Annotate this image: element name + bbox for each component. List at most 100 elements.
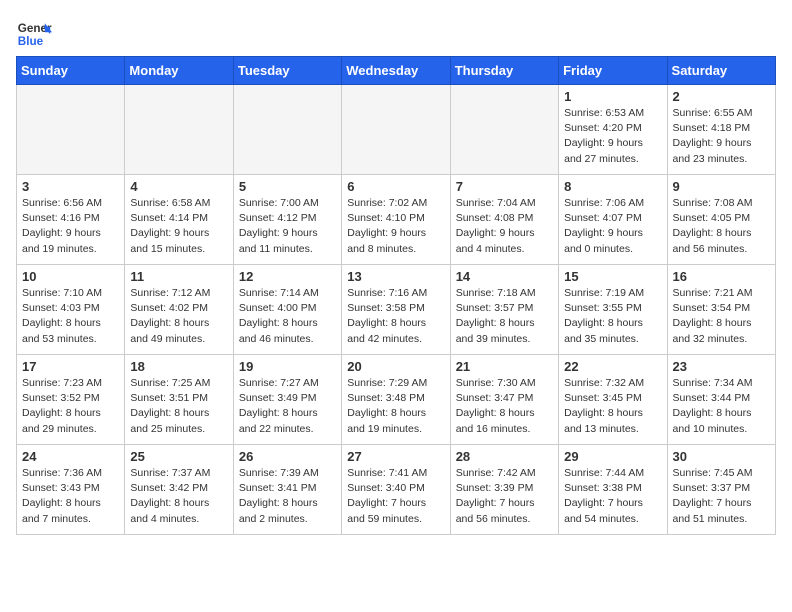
day-info: Sunrise: 7:02 AMSunset: 4:10 PMDaylight:… [347,196,444,257]
day-number: 24 [22,449,119,464]
day-number: 22 [564,359,661,374]
day-number: 28 [456,449,553,464]
day-cell [125,85,233,175]
day-info: Sunrise: 7:12 AMSunset: 4:02 PMDaylight:… [130,286,227,347]
day-cell: 18Sunrise: 7:25 AMSunset: 3:51 PMDayligh… [125,355,233,445]
day-info: Sunrise: 6:58 AMSunset: 4:14 PMDaylight:… [130,196,227,257]
day-cell: 16 Sunrise: 7:21 AMSunset: 3:54 PMDayligh… [667,265,775,355]
day-cell: 4 Sunrise: 6:58 AMSunset: 4:14 PMDaylight… [125,175,233,265]
day-cell: 2 Sunrise: 6:55 AMSunset: 4:18 PMDaylight… [667,85,775,175]
day-cell: 29 Sunrise: 7:44 AMSunset: 3:38 PMDayligh… [559,445,667,535]
week-row-5: 24 Sunrise: 7:36 AMSunset: 3:43 PMDayligh… [17,445,776,535]
day-number: 20 [347,359,444,374]
day-info: Sunrise: 7:36 AMSunset: 3:43 PMDaylight:… [22,466,119,527]
day-info: Sunrise: 6:55 AMSunset: 4:18 PMDaylight:… [673,106,770,167]
day-number: 15 [564,269,661,284]
day-cell: 24 Sunrise: 7:36 AMSunset: 3:43 PMDayligh… [17,445,125,535]
day-info: Sunrise: 7:45 AMSunset: 3:37 PMDaylight:… [673,466,770,527]
day-info: Sunrise: 7:41 AMSunset: 3:40 PMDaylight:… [347,466,444,527]
day-cell: 27 Sunrise: 7:41 AMSunset: 3:40 PMDayligh… [342,445,450,535]
day-number: 12 [239,269,336,284]
day-number: 13 [347,269,444,284]
day-cell: 3 Sunrise: 6:56 AMSunset: 4:16 PMDaylight… [17,175,125,265]
day-cell: 30 Sunrise: 7:45 AMSunset: 3:37 PMDayligh… [667,445,775,535]
header-row: SundayMondayTuesdayWednesdayThursdayFrid… [17,57,776,85]
day-info: Sunrise: 7:29 AMSunset: 3:48 PMDaylight:… [347,376,444,437]
day-number: 29 [564,449,661,464]
day-info: Sunrise: 7:30 AMSunset: 3:47 PMDaylight:… [456,376,553,437]
day-info: Sunrise: 7:08 AMSunset: 4:05 PMDaylight:… [673,196,770,257]
week-row-3: 10Sunrise: 7:10 AMSunset: 4:03 PMDayligh… [17,265,776,355]
day-info: Sunrise: 7:44 AMSunset: 3:38 PMDaylight:… [564,466,661,527]
day-number: 10 [22,269,119,284]
day-number: 8 [564,179,661,194]
day-number: 25 [130,449,227,464]
day-info: Sunrise: 7:19 AMSunset: 3:55 PMDaylight:… [564,286,661,347]
col-header-sunday: Sunday [17,57,125,85]
logo: General Blue [16,16,52,52]
calendar-table: SundayMondayTuesdayWednesdayThursdayFrid… [16,56,776,535]
day-info: Sunrise: 7:39 AMSunset: 3:41 PMDaylight:… [239,466,336,527]
day-cell: 12 Sunrise: 7:14 AMSunset: 4:00 PMDayligh… [233,265,341,355]
day-info: Sunrise: 7:42 AMSunset: 3:39 PMDaylight:… [456,466,553,527]
day-info: Sunrise: 6:56 AMSunset: 4:16 PMDaylight:… [22,196,119,257]
day-cell: 9 Sunrise: 7:08 AMSunset: 4:05 PMDaylight… [667,175,775,265]
day-info: Sunrise: 7:32 AMSunset: 3:45 PMDaylight:… [564,376,661,437]
week-row-1: 1 Sunrise: 6:53 AMSunset: 4:20 PMDaylight… [17,85,776,175]
day-info: Sunrise: 7:00 AMSunset: 4:12 PMDaylight:… [239,196,336,257]
day-cell: 11 Sunrise: 7:12 AMSunset: 4:02 PMDayligh… [125,265,233,355]
day-number: 17 [22,359,119,374]
col-header-saturday: Saturday [667,57,775,85]
day-cell [342,85,450,175]
day-cell: 23Sunrise: 7:34 AMSunset: 3:44 PMDayligh… [667,355,775,445]
day-info: Sunrise: 7:25 AMSunset: 3:51 PMDaylight:… [130,376,227,437]
col-header-tuesday: Tuesday [233,57,341,85]
day-number: 21 [456,359,553,374]
day-cell: 25 Sunrise: 7:37 AMSunset: 3:42 PMDayligh… [125,445,233,535]
day-cell: 1 Sunrise: 6:53 AMSunset: 4:20 PMDaylight… [559,85,667,175]
day-info: Sunrise: 7:21 AMSunset: 3:54 PMDaylight:… [673,286,770,347]
col-header-thursday: Thursday [450,57,558,85]
day-info: Sunrise: 7:37 AMSunset: 3:42 PMDaylight:… [130,466,227,527]
day-number: 5 [239,179,336,194]
day-number: 2 [673,89,770,104]
day-number: 30 [673,449,770,464]
day-cell: 14 Sunrise: 7:18 AMSunset: 3:57 PMDayligh… [450,265,558,355]
day-number: 16 [673,269,770,284]
day-number: 3 [22,179,119,194]
day-info: Sunrise: 7:27 AMSunset: 3:49 PMDaylight:… [239,376,336,437]
day-number: 27 [347,449,444,464]
day-number: 9 [673,179,770,194]
header: General Blue [16,16,776,52]
day-number: 7 [456,179,553,194]
day-info: Sunrise: 7:18 AMSunset: 3:57 PMDaylight:… [456,286,553,347]
day-cell: 6 Sunrise: 7:02 AMSunset: 4:10 PMDaylight… [342,175,450,265]
day-number: 19 [239,359,336,374]
day-info: Sunrise: 7:16 AMSunset: 3:58 PMDaylight:… [347,286,444,347]
col-header-monday: Monday [125,57,233,85]
day-cell: 10Sunrise: 7:10 AMSunset: 4:03 PMDayligh… [17,265,125,355]
day-cell: 17Sunrise: 7:23 AMSunset: 3:52 PMDayligh… [17,355,125,445]
week-row-2: 3 Sunrise: 6:56 AMSunset: 4:16 PMDaylight… [17,175,776,265]
day-number: 11 [130,269,227,284]
logo-icon: General Blue [16,16,52,52]
day-info: Sunrise: 6:53 AMSunset: 4:20 PMDaylight:… [564,106,661,167]
day-cell: 15 Sunrise: 7:19 AMSunset: 3:55 PMDayligh… [559,265,667,355]
day-cell: 26 Sunrise: 7:39 AMSunset: 3:41 PMDayligh… [233,445,341,535]
day-number: 26 [239,449,336,464]
col-header-wednesday: Wednesday [342,57,450,85]
day-number: 4 [130,179,227,194]
svg-text:Blue: Blue [18,35,44,48]
week-row-4: 17Sunrise: 7:23 AMSunset: 3:52 PMDayligh… [17,355,776,445]
day-number: 1 [564,89,661,104]
day-cell: 20 Sunrise: 7:29 AMSunset: 3:48 PMDayligh… [342,355,450,445]
day-info: Sunrise: 7:34 AMSunset: 3:44 PMDaylight:… [673,376,770,437]
day-cell: 19 Sunrise: 7:27 AMSunset: 3:49 PMDayligh… [233,355,341,445]
day-number: 14 [456,269,553,284]
day-cell [233,85,341,175]
day-info: Sunrise: 7:06 AMSunset: 4:07 PMDaylight:… [564,196,661,257]
day-info: Sunrise: 7:04 AMSunset: 4:08 PMDaylight:… [456,196,553,257]
day-number: 6 [347,179,444,194]
day-cell: 7 Sunrise: 7:04 AMSunset: 4:08 PMDaylight… [450,175,558,265]
day-info: Sunrise: 7:14 AMSunset: 4:00 PMDaylight:… [239,286,336,347]
